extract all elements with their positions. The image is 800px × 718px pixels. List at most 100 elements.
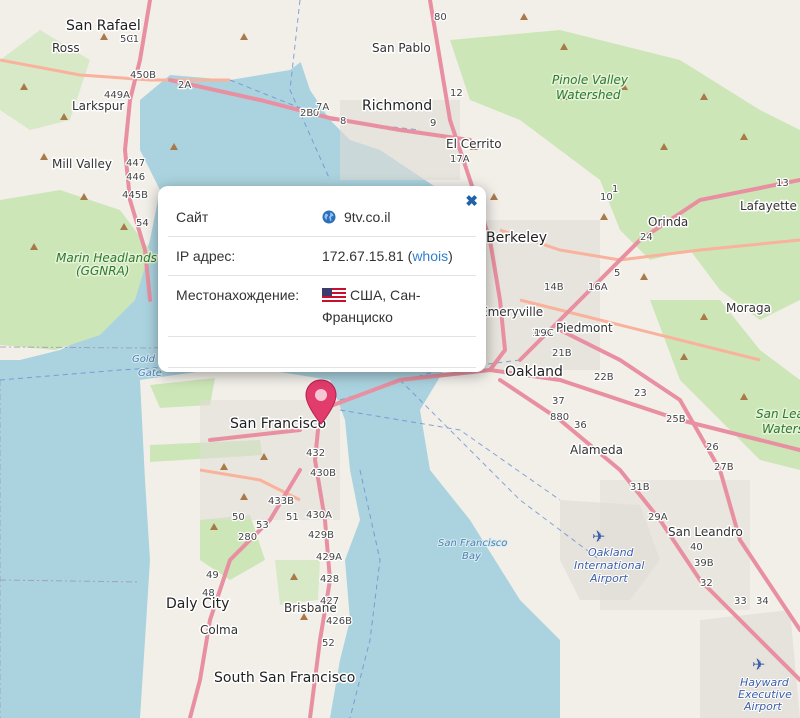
label-moraga: Moraga [726, 301, 771, 315]
road-shield-label: 21B [552, 348, 572, 359]
road-shield-label: 880 [550, 412, 569, 423]
road-shield-label: 17A [450, 154, 470, 165]
road-shield-label: 5 [614, 268, 620, 279]
value-location: США, Сан-Франциско [314, 275, 476, 337]
road-shield-label: 445B [122, 190, 148, 201]
road-shield-label: 49 [206, 570, 219, 581]
label-piedmont: Piedmont [556, 321, 613, 335]
road-shield-label: 39B [694, 558, 714, 569]
label-oak-airport-1: Oakland [588, 546, 635, 559]
road-shield-label: 33 [734, 596, 747, 607]
label-larkspur: Larkspur [72, 99, 124, 113]
road-shield-label: 8 [340, 116, 346, 127]
key-location: Местонахождение: [168, 275, 314, 337]
road-shield-label: 430A [306, 510, 332, 521]
road-shield-label: 280 [238, 532, 257, 543]
road-shield-label: 22B [594, 372, 614, 383]
label-mill-valley: Mill Valley [52, 157, 112, 171]
road-shield-label: 50 [232, 512, 245, 523]
label-gate-2: Gate [138, 368, 162, 379]
label-sf-bay-2: Bay [462, 551, 482, 562]
label-pinole-1: Pinole Valley [552, 73, 629, 87]
ip-address: 172.67.15.81 [322, 248, 404, 264]
label-marin-headlands-1: Marin Headlands [56, 251, 157, 265]
label-south-san-francisco: South San Francisco [214, 670, 355, 686]
us-flag-icon [322, 288, 346, 302]
value-site: 9tv.co.il [314, 198, 476, 237]
road-shield-label: 53 [256, 520, 269, 531]
row-ip: IP адрес: 172.67.15.81 (whois) [168, 236, 476, 276]
label-marin-headlands-2: (GGNRA) [76, 264, 129, 278]
road-shield-label: 449A [104, 90, 130, 101]
label-lafayette: Lafayette [740, 199, 797, 213]
road-shield-label: 54 [136, 218, 149, 229]
road-shield-label: 16A [588, 282, 608, 293]
road-shield-label: 36 [574, 420, 587, 431]
road-shield-label: 24 [640, 232, 653, 243]
whois-link[interactable]: whois [412, 248, 448, 264]
road-shield-label: 2A [178, 80, 191, 91]
road-shield-label: 26 [706, 442, 719, 453]
road-shield-label: 433B [268, 496, 294, 507]
label-san-rafael: San Rafael [66, 18, 141, 34]
label-sf-bay-1: San Francisco [438, 538, 507, 549]
road-shield-label: 40 [690, 542, 703, 553]
label-el-cerrito: El Cerrito [446, 137, 502, 151]
paren-close: ) [448, 248, 453, 264]
road-shield-label: 426B [326, 616, 352, 627]
road-shield-label: 5C [120, 34, 133, 45]
info-table: Сайт 9tv.co.il IP адрес: 172.67.15.81 (w… [168, 198, 476, 368]
site-domain: 9tv.co.il [344, 209, 391, 225]
road-shield-label: 446 [126, 172, 145, 183]
road-shield-label: 447 [126, 158, 145, 169]
label-orinda: Orinda [648, 215, 688, 229]
road-shield-label: 19C [534, 328, 554, 339]
road-shield-label: 9 [430, 118, 436, 129]
label-oakland: Oakland [505, 364, 563, 380]
label-pinole-2: Watershed [556, 88, 621, 102]
label-alameda: Alameda [570, 443, 623, 457]
road-shield-label: 32 [700, 578, 713, 589]
label-san-leandro: San Leandro [668, 525, 743, 539]
row-location: Местонахождение: США, Сан-Франциско [168, 275, 476, 337]
road-shield-label: 48 [202, 588, 215, 599]
label-colma: Colma [200, 623, 238, 637]
label-berkeley: Berkeley [486, 230, 547, 246]
globe-icon [322, 210, 336, 224]
road-shield-label: 29A [648, 512, 668, 523]
road-shield-label: 52 [322, 638, 335, 649]
label-gate-1: Gold [132, 354, 156, 365]
road-shield-label: 2B [300, 108, 313, 119]
label-san-pablo: San Pablo [372, 41, 431, 55]
label-san-leandro-water-1: San Leandro [756, 407, 800, 421]
airplane-icon: ✈ [752, 657, 765, 674]
map-pin-icon[interactable] [303, 378, 339, 426]
road-shield-label: 13 [776, 178, 789, 189]
road-shield-label: 25B [666, 414, 686, 425]
label-richmond: Richmond [362, 98, 432, 114]
info-popup: ✖ Сайт 9tv.co.il IP адрес: 172.67.15.81 … [158, 186, 486, 372]
road-shield-label: 31B [630, 482, 650, 493]
road-shield-label: 429B [308, 530, 334, 541]
road-shield-label: 432 [306, 448, 325, 459]
label-emeryville: Emeryville [480, 305, 543, 319]
road-shield-label: 450B [130, 70, 156, 81]
map-canvas[interactable]: San Rafael Richmond Berkeley Oakland San… [0, 0, 800, 718]
road-shield-label: 12 [450, 88, 463, 99]
label-daly-city: Daly City [166, 596, 229, 612]
airplane-icon: ✈ [592, 529, 605, 546]
road-shield-label: 429A [316, 552, 342, 563]
key-ip: IP адрес: [168, 236, 314, 276]
road-shield-label: 10 [600, 192, 613, 203]
row-empty [168, 336, 476, 368]
road-shield-label: 23 [634, 388, 647, 399]
label-oak-airport-3: Airport [589, 572, 628, 585]
road-shield-label: 27B [714, 462, 734, 473]
label-oak-airport-2: International [574, 559, 644, 572]
label-hwd-airport-3: Airport [743, 700, 782, 713]
row-site: Сайт 9tv.co.il [168, 198, 476, 237]
road-shield-label: 37 [552, 396, 565, 407]
road-shield-label: 7A [316, 102, 329, 113]
road-shield-label: 34 [756, 596, 769, 607]
label-ross: Ross [52, 41, 80, 55]
